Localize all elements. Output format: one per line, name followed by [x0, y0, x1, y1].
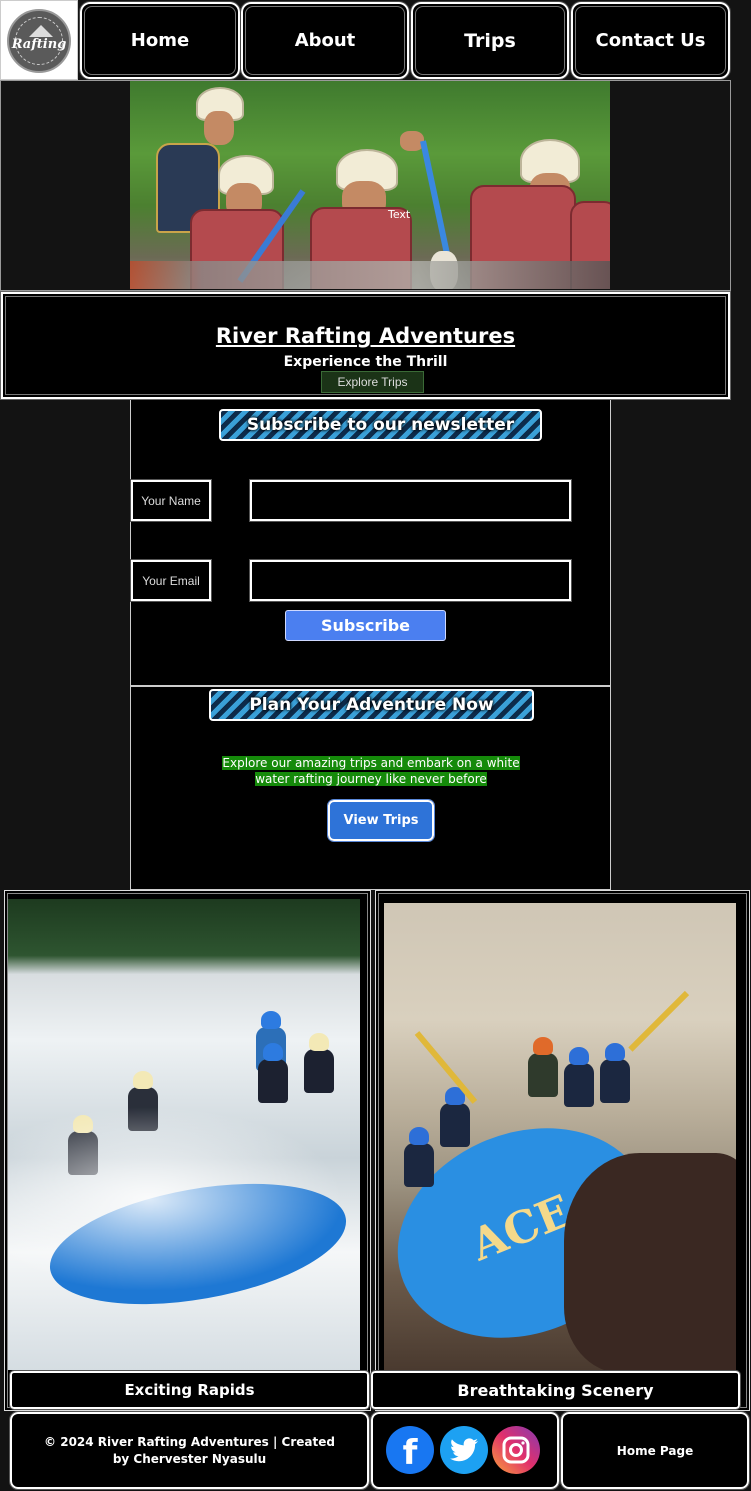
page-title: River Rafting Adventures: [215, 324, 516, 348]
subscribe-button[interactable]: Subscribe: [285, 610, 446, 641]
plan-description-text: Explore our amazing trips and embark on …: [222, 756, 520, 786]
email-label: Your Email: [130, 559, 212, 602]
nav-home-button[interactable]: Home: [79, 1, 241, 80]
title-banner: River Rafting Adventures Experience the …: [0, 291, 731, 400]
name-input[interactable]: [249, 479, 572, 522]
nav-about-button[interactable]: About: [240, 1, 410, 80]
facebook-icon[interactable]: f: [386, 1426, 434, 1474]
instagram-icon[interactable]: [492, 1426, 540, 1474]
hero-image: Text: [130, 81, 610, 289]
logo-container[interactable]: Rafting: [0, 0, 78, 80]
footer-home-link[interactable]: Home Page: [560, 1411, 750, 1490]
hero-image-caption: Text: [388, 208, 411, 221]
rafting-logo: Rafting: [7, 9, 71, 73]
caption-rapids: Exciting Rapids: [9, 1370, 370, 1410]
nav-contact-button[interactable]: Contact Us: [570, 1, 731, 80]
scenery-photo: ACE: [384, 903, 736, 1370]
caption-scenery: Breathtaking Scenery: [370, 1370, 741, 1410]
logo-text: Rafting: [11, 37, 67, 52]
nav-trips-button[interactable]: Trips: [410, 1, 570, 80]
newsletter-heading: Subscribe to our newsletter: [219, 409, 542, 441]
plan-heading: Plan Your Adventure Now: [209, 689, 534, 721]
email-input[interactable]: [249, 559, 572, 602]
view-trips-button[interactable]: View Trips: [327, 799, 435, 842]
plan-description: Explore our amazing trips and embark on …: [221, 755, 521, 787]
twitter-icon[interactable]: [440, 1426, 488, 1474]
footer-copyright: © 2024 River Rafting Adventures | Create…: [9, 1411, 370, 1490]
name-label: Your Name: [130, 479, 212, 522]
name-field[interactable]: [252, 482, 569, 519]
rapids-photo: [8, 899, 360, 1370]
explore-trips-button[interactable]: Explore Trips: [321, 371, 424, 393]
email-field[interactable]: [252, 562, 569, 599]
newsletter-section: [130, 400, 611, 686]
page-subtitle: Experience the Thrill: [283, 354, 448, 370]
